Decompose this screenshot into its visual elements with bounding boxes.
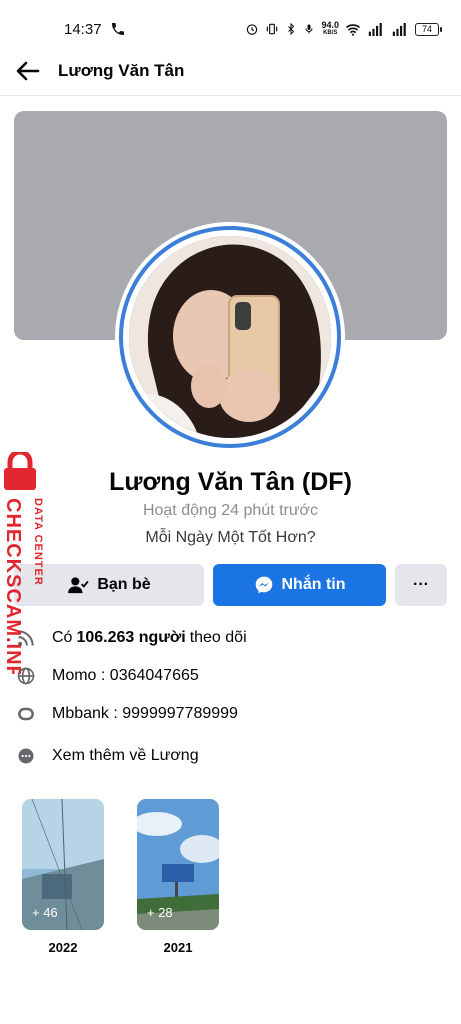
profile-photo-image — [129, 236, 331, 438]
net-speed-unit: KB/S — [323, 30, 338, 36]
avatar[interactable] — [129, 236, 331, 438]
followers-row: Có 106.263 người theo dõi — [14, 625, 444, 651]
vibrate-icon — [267, 23, 278, 35]
friends-button-label: Bạn bè — [97, 576, 151, 593]
watermark-line2: CHECKSCAM.INFO — [2, 498, 24, 674]
more-options-button[interactable]: ··· — [395, 564, 447, 606]
more-dots-icon — [14, 744, 38, 768]
phone-call-icon — [112, 23, 124, 35]
bank-text: Mbbank : 9999997789999 — [52, 705, 238, 722]
message-button-label: Nhắn tin — [281, 576, 346, 593]
see-more-about-row[interactable]: Xem thêm về Lương — [14, 743, 444, 769]
profile-bio: Mỗi Ngày Một Tốt Hơn? — [145, 529, 316, 546]
avatar-ring — [115, 222, 345, 452]
highlight-2022-label: 2022 — [48, 940, 78, 955]
momo-text: Momo : 0364047665 — [52, 667, 199, 684]
highlight-2022-count: + 46 — [32, 905, 58, 920]
highlight-2022[interactable]: + 46 — [22, 799, 104, 930]
battery-indicator: 74 — [415, 22, 442, 36]
see-more-about-text: Xem thêm về Lương — [52, 747, 199, 764]
followers-count: 106.263 người — [76, 629, 186, 646]
link-icon — [14, 702, 38, 726]
signal-2-icon — [392, 22, 406, 36]
status-time: 14:37 — [64, 21, 102, 38]
message-button[interactable]: Nhắn tin — [213, 564, 386, 606]
profile-name: Lương Văn Tân (DF) — [109, 468, 352, 496]
more-options-label: ··· — [413, 576, 429, 593]
signal-1-icon — [368, 22, 382, 36]
highlight-2021-count: + 28 — [147, 905, 173, 920]
mic-icon — [305, 24, 313, 34]
bank-row: Mbbank : 9999997789999 — [14, 701, 444, 727]
story-ring — [119, 226, 341, 448]
lock-icon — [4, 449, 36, 490]
alarm-icon — [247, 24, 258, 35]
highlight-2021[interactable]: + 28 — [137, 799, 219, 930]
friend-check-icon — [68, 577, 89, 594]
followers-suffix: theo dõi — [189, 629, 247, 646]
wifi-icon — [345, 23, 361, 36]
app-bar-title: Lương Văn Tân — [58, 61, 185, 80]
followers-prefix: Có — [52, 629, 73, 646]
momo-row: Momo : 0364047665 — [14, 663, 444, 689]
messenger-icon — [255, 576, 272, 594]
watermark-line1: DATA CENTER — [32, 498, 44, 586]
net-speed: 94.0 KB/S — [321, 21, 339, 37]
bluetooth-icon — [288, 22, 295, 36]
status-bar: 14:37 94.0 KB/S 74 — [0, 0, 461, 44]
net-speed-value: 94.0 — [321, 20, 339, 30]
checkscam-watermark: DATA CENTER CHECKSCAM.INFO — [0, 449, 52, 695]
highlight-2021-label: 2021 — [163, 940, 193, 955]
active-status: Hoạt động 24 phút trước — [142, 502, 319, 519]
back-arrow-icon[interactable] — [14, 58, 42, 84]
app-bar: Lương Văn Tân — [0, 46, 461, 96]
